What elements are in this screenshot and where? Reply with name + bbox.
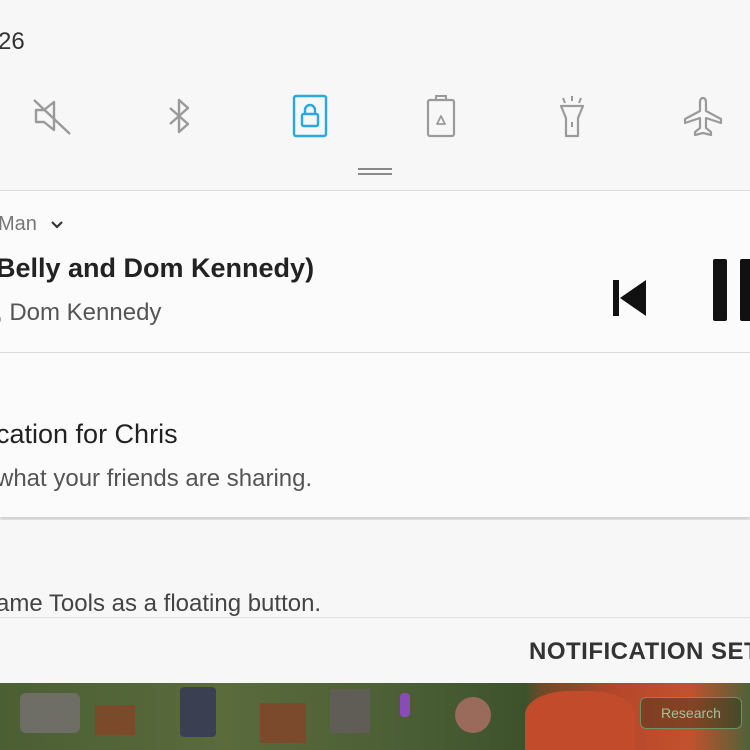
game-tools-notification[interactable]: ame Tools as a floating button.	[0, 520, 750, 617]
flashlight-icon	[559, 96, 585, 138]
song-artist: , Dom Kennedy	[0, 299, 162, 326]
song-title: Belly and Dom Kennedy)	[0, 253, 315, 283]
media-notification[interactable]: Man Belly and Dom Kennedy) , Dom Kennedy	[0, 190, 750, 353]
background-game-view: Research	[0, 683, 750, 750]
power-saving-toggle[interactable]	[417, 92, 465, 140]
notification-text: what your friends are sharing.	[0, 465, 313, 492]
media-app-header[interactable]: Man	[0, 213, 65, 236]
screen-lock-toggle[interactable]	[286, 92, 334, 140]
notification-footer: NOTIFICATION SETT	[0, 617, 750, 684]
drag-handle[interactable]	[358, 168, 392, 176]
media-app-name: Man	[0, 213, 37, 235]
sound-off-icon	[33, 99, 71, 135]
facebook-notification[interactable]: ı cation for Chris what your friends are…	[0, 352, 750, 517]
quick-settings-panel: 26	[0, 0, 750, 190]
screen-lock-icon	[292, 94, 328, 138]
notification-settings-button[interactable]: NOTIFICATION SETT	[529, 638, 750, 666]
bluetooth-icon	[169, 98, 190, 134]
chevron-down-icon[interactable]	[49, 217, 65, 233]
status-clock: 26	[0, 28, 25, 55]
research-button[interactable]: Research	[640, 697, 742, 729]
flashlight-toggle[interactable]	[548, 92, 596, 140]
bluetooth-toggle[interactable]	[155, 92, 203, 140]
game-tools-text: ame Tools as a floating button.	[0, 590, 322, 617]
sound-toggle[interactable]	[28, 92, 76, 140]
notification-title: cation for Chris	[0, 419, 178, 449]
pause-icon[interactable]	[710, 259, 750, 321]
notification-app-name: ı	[0, 375, 1, 396]
airplane-mode-toggle[interactable]	[679, 92, 727, 140]
airplane-icon	[683, 96, 723, 137]
previous-track-icon[interactable]	[610, 276, 650, 320]
battery-recycle-icon	[426, 95, 456, 138]
